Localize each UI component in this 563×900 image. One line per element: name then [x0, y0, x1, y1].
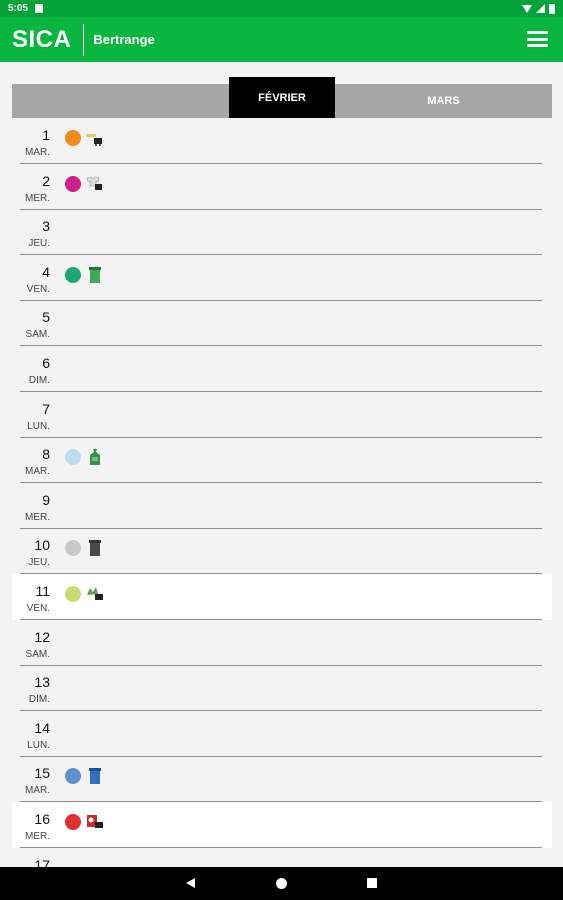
sd-card-icon [35, 4, 44, 13]
day-number: 17 [34, 856, 50, 867]
signal-icon [536, 4, 545, 13]
day-row[interactable]: 7 LUN. [12, 392, 552, 438]
day-number: 1 [42, 127, 50, 143]
day-number: 2 [42, 172, 50, 189]
navigation-bar [0, 867, 563, 900]
garden-waste-icon [85, 586, 105, 602]
day-name: JEU. [28, 557, 50, 569]
bulky-waste-icon [85, 130, 105, 146]
app-logo: SICA [12, 25, 72, 53]
day-name: SAM. [25, 648, 50, 660]
day-name: LUN. [27, 739, 50, 751]
day-row[interactable]: 4 VEN. [12, 255, 552, 301]
tab-mars[interactable]: MARS [335, 84, 552, 118]
collection-color-dot [65, 449, 81, 466]
day-row[interactable]: 17JEU. [12, 848, 552, 867]
day-row[interactable]: 1 MAR. [12, 118, 552, 164]
day-row[interactable]: 3 JEU. [12, 209, 552, 256]
day-number: 7 [42, 400, 50, 417]
day-number: 10 [34, 537, 50, 554]
day-row[interactable]: 16 MER. [12, 802, 552, 848]
day-number: 9 [42, 491, 50, 508]
day-name: MER. [25, 192, 50, 204]
day-name: JEU. [28, 238, 50, 250]
day-number: 8 [42, 446, 50, 463]
day-name: DIM. [28, 375, 50, 386]
battery-icon [549, 3, 555, 14]
blue-bin-icon [85, 768, 105, 785]
day-name: MAR. [25, 785, 50, 797]
day-name: DIM. [28, 694, 50, 706]
day-name: MER. [25, 511, 50, 523]
day-name: SAM. [25, 329, 50, 341]
day-row[interactable]: 5 SAM. [12, 300, 552, 347]
day-name: MAR. [25, 147, 50, 158]
day-number: 13 [34, 674, 50, 691]
hazardous-waste-icon [85, 814, 105, 830]
day-row[interactable]: 15 MAR. [12, 756, 552, 803]
day-row[interactable]: 2 MER. [12, 164, 552, 210]
day-name: MER. [25, 831, 50, 842]
collection-color-dot [65, 768, 81, 785]
collection-color-dot [65, 586, 81, 602]
tab-fevrier[interactable]: FÉVRIER [229, 77, 335, 118]
day-number: 4 [42, 263, 50, 280]
green-bin-icon [85, 266, 105, 283]
day-number: 6 [42, 355, 50, 371]
day-name: LUN. [27, 420, 50, 432]
app-bar: SICA Bertrange [0, 17, 563, 62]
collection-color-dot [65, 540, 81, 557]
collection-color-dot [65, 175, 81, 192]
recent-apps-icon[interactable] [367, 878, 377, 888]
day-number: 5 [42, 309, 50, 326]
day-name: VEN. [26, 283, 50, 295]
day-number: 16 [34, 811, 50, 827]
day-number: 11 [35, 583, 50, 599]
hamburger-menu-icon[interactable] [527, 31, 548, 47]
status-icons [522, 3, 555, 14]
textile-collection-icon [85, 176, 105, 192]
day-row[interactable]: 10 JEU. [12, 528, 552, 575]
month-tabs: FÉVRIER MARS [12, 77, 552, 118]
collection-day-list[interactable]: 1 MAR. 2 MER. 3 JEU. 4 VEN. 5 SAM. 6 DIM. 7 LUN. 8 MAR.… [12, 118, 552, 867]
day-name: MAR. [25, 466, 50, 478]
day-row[interactable]: 14 LUN. [12, 711, 552, 757]
city-name: Bertrange [93, 32, 155, 47]
day-number: 3 [42, 218, 50, 235]
collection-color-dot [65, 266, 81, 283]
day-row[interactable]: 6 DIM. [12, 346, 552, 392]
day-number: 12 [34, 628, 50, 645]
status-time: 5:05 [8, 3, 29, 14]
day-row[interactable]: 9 MER. [12, 483, 552, 529]
grey-bin-icon [85, 540, 105, 557]
home-icon[interactable] [276, 878, 287, 889]
day-name: VEN. [26, 603, 50, 614]
day-row[interactable]: 12 SAM. [12, 620, 552, 666]
day-number: 15 [34, 765, 50, 782]
day-number: 14 [34, 719, 50, 736]
back-icon[interactable] [186, 878, 195, 888]
logo-divider [83, 23, 85, 56]
collection-color-dot [65, 814, 81, 830]
wifi-icon [522, 4, 532, 13]
day-row[interactable]: 11 VEN. [12, 574, 552, 620]
green-bag-icon [85, 449, 105, 466]
day-row[interactable]: 13 DIM. [12, 665, 552, 712]
collection-color-dot [65, 130, 81, 146]
status-bar: 5:05 [0, 0, 563, 17]
day-row[interactable]: 8 MAR. [12, 437, 552, 484]
